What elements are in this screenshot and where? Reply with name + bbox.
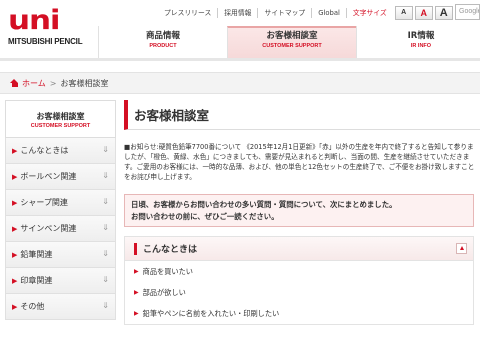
sidebar-item-other[interactable]: ▶ その他 ⇓ [5, 294, 116, 320]
download-arrow-icon: ⇓ [102, 301, 109, 310]
faq-link-label: 商品を買いたい [142, 266, 193, 276]
faq-link-label: 鉛筆やペンに名前を入れたい・印刷したい [142, 308, 280, 318]
font-size-label: 文字サイズ [345, 8, 393, 18]
sidebar-item-label: シャープ関連 [20, 198, 68, 207]
download-arrow-icon: ⇓ [102, 145, 109, 154]
sidebar-item-seal[interactable]: ▶ 印章関連 ⇓ [5, 268, 116, 294]
download-arrow-icon: ⇓ [102, 223, 109, 232]
logo-mark: uni [8, 5, 61, 36]
font-size-small-button[interactable]: A [394, 6, 413, 20]
nav-product-sublabel: PRODUCT [149, 43, 177, 49]
faq-link-label: 部品が欲しい [142, 287, 186, 297]
uni-logo[interactable]: uni MITSUBISHI PENCIL [4, 6, 96, 52]
sidebar-item-label: その他 [20, 302, 45, 311]
sidebar-title[interactable]: お客様相談室 CUSTOMER SUPPORT [5, 100, 116, 138]
accent-bar [134, 242, 137, 255]
sidebar-title-sublabel: CUSTOMER SUPPORT [30, 123, 91, 129]
arrow-icon: ▶ [12, 250, 18, 259]
faq-link-parts[interactable]: ▶ 部品が欲しい [125, 282, 473, 303]
util-link-recruit[interactable]: 採用情報 [217, 8, 257, 18]
sidebar-item-label: 印章関連 [20, 276, 53, 285]
faq-intro-line-1: 日頃、お客様からお問い合わせの多い質問・質問について、次にまとめました。 [131, 200, 397, 209]
arrow-icon: ▶ [12, 172, 18, 181]
nav-customer-support-label: お客様相談室 [266, 31, 318, 41]
font-size-medium-button[interactable]: A [414, 6, 433, 20]
sidebar: お客様相談室 CUSTOMER SUPPORT ▶ こんなときは ⇓ ▶ ボール… [5, 100, 116, 360]
notice-block: ■お知らせ:硬質色鉛筆7700番について 《2015年12月1日更新》「赤」以外… [124, 142, 476, 182]
logo-company-name: MITSUBISHI PENCIL [8, 37, 83, 46]
sidebar-item-signpen[interactable]: ▶ サインペン関連 ⇓ [5, 216, 116, 242]
download-arrow-icon: ⇓ [102, 275, 109, 284]
site-header: uni MITSUBISHI PENCIL プレスリリース 採用情報 サイトマッ… [0, 0, 480, 58]
breadcrumb: ホーム > お客様相談室 [0, 72, 480, 94]
sidebar-item-label: ボールペン関連 [20, 172, 77, 181]
nav-product[interactable]: 商品情報 PRODUCT [98, 26, 227, 58]
utility-nav: プレスリリース 採用情報 サイトマップ Global 文字サイズ A A A [158, 6, 453, 20]
sidebar-item-label: サインペン関連 [20, 224, 77, 233]
nav-ir-info-sublabel: IR INFO [410, 43, 432, 49]
util-link-global[interactable]: Global [311, 8, 346, 18]
arrow-icon: ▶ [12, 276, 18, 285]
nav-customer-support-sublabel: CUSTOMER SUPPORT [262, 43, 322, 49]
sidebar-item-label: こんなときは [20, 146, 69, 155]
nav-ir-info-label: IR情報 [407, 31, 435, 41]
breadcrumb-current: お客様相談室 [60, 78, 109, 88]
global-nav: 商品情報 PRODUCT お客様相談室 CUSTOMER SUPPORT IR情… [98, 26, 480, 58]
main-content: お客様相談室 ■お知らせ:硬質色鉛筆7700番について 《2015年12月1日更… [124, 100, 480, 360]
notice-text: ■お知らせ:硬質色鉛筆7700番について 《2015年12月1日更新》「赤」以外… [124, 143, 475, 181]
arrow-icon: ▶ [134, 289, 139, 296]
breadcrumb-home-link[interactable]: ホーム [22, 78, 46, 89]
faq-panel-title: こんなときは [143, 245, 198, 255]
faq-intro-box: 日頃、お客様からお問い合わせの多い質問・質問について、次にまとめました。 お問い… [124, 194, 474, 227]
sidebar-item-sharp[interactable]: ▶ シャープ関連 ⇓ [5, 190, 116, 216]
faq-link-buy[interactable]: ▶ 商品を買いたい [125, 261, 473, 282]
arrow-icon: ▶ [134, 268, 139, 275]
faq-intro-line-2: お問い合わせの前に、ぜひご一読ください。 [131, 212, 279, 221]
util-link-press[interactable]: プレスリリース [158, 8, 217, 18]
arrow-icon: ▶ [134, 310, 139, 317]
faq-panel: こんなときは ▶ 商品を買いたい ▶ 部品が欲しい ▶ 鉛筆やペンに名前を入れた… [124, 236, 474, 325]
nav-product-label: 商品情報 [145, 31, 180, 41]
arrow-icon: ▶ [12, 224, 18, 233]
sidebar-item-faq[interactable]: ▶ こんなときは ⇓ [5, 138, 116, 164]
sidebar-item-label: 鉛筆関連 [20, 250, 53, 259]
faq-panel-header[interactable]: こんなときは [125, 237, 473, 261]
breadcrumb-separator: > [49, 78, 57, 88]
faq-link-print-name[interactable]: ▶ 鉛筆やペンに名前を入れたい・印刷したい [125, 303, 473, 324]
download-arrow-icon: ⇓ [102, 249, 109, 258]
page-title: お客様相談室 [124, 100, 480, 130]
sidebar-item-ballpen[interactable]: ▶ ボールペン関連 ⇓ [5, 164, 116, 190]
search-input[interactable]: Google [455, 4, 480, 20]
nav-customer-support[interactable]: お客様相談室 CUSTOMER SUPPORT [227, 26, 356, 58]
sidebar-item-pencil[interactable]: ▶ 鉛筆関連 ⇓ [5, 242, 116, 268]
arrow-icon: ▶ [12, 198, 18, 207]
header-divider [0, 58, 480, 61]
arrow-icon: ▶ [12, 146, 18, 155]
arrow-icon: ▶ [12, 302, 18, 311]
font-size-large-button[interactable]: A [434, 6, 453, 20]
download-arrow-icon: ⇓ [102, 171, 109, 180]
sidebar-title-label: お客様相談室 [36, 112, 85, 121]
util-link-sitemap[interactable]: サイトマップ [257, 8, 311, 18]
home-icon [10, 79, 19, 87]
download-arrow-icon: ⇓ [102, 197, 109, 206]
collapse-toggle-icon[interactable] [456, 243, 467, 254]
nav-ir-info[interactable]: IR情報 IR INFO [356, 26, 480, 58]
